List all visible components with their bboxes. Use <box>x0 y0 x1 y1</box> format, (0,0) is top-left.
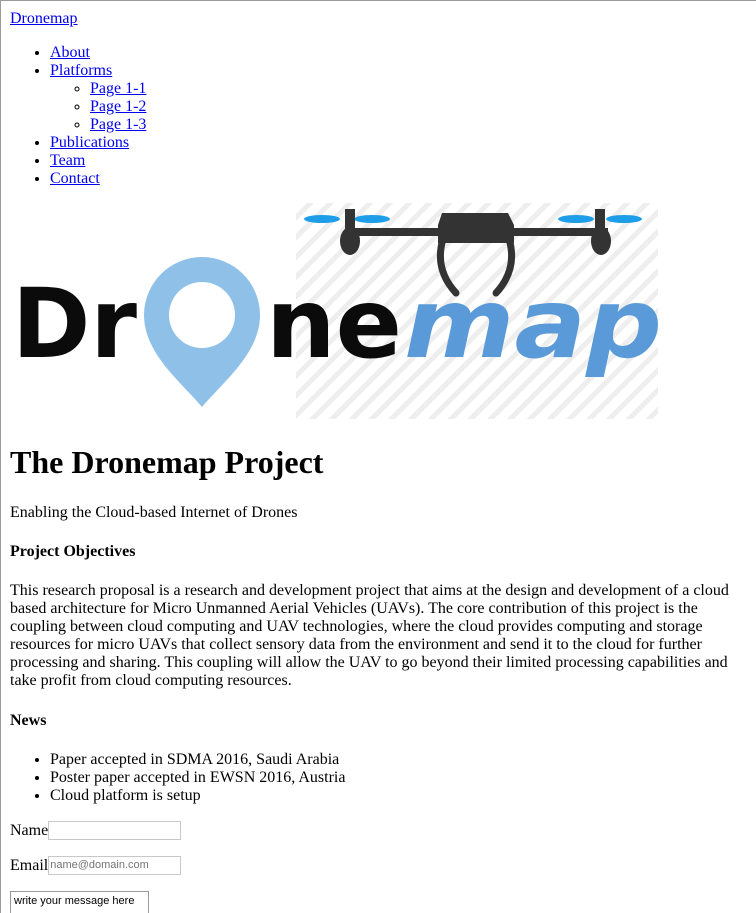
page-tagline: Enabling the Cloud-based Internet of Dro… <box>10 504 298 521</box>
drone-motor <box>340 227 360 255</box>
news-item: Cloud platform is setup <box>50 787 345 805</box>
map-pin-icon <box>144 257 260 407</box>
name-input[interactable] <box>48 821 182 840</box>
logo-text-ne: ne <box>266 268 402 380</box>
logo-text-map: map <box>404 268 658 380</box>
drone-motor <box>591 227 611 255</box>
nav-link-page-1-1[interactable]: Page 1-1 <box>90 80 146 97</box>
submenu-item: Page 1-1 <box>90 80 146 98</box>
platforms-submenu: Page 1-1 Page 1-2 Page 1-3 <box>50 80 146 134</box>
nav-link-page-1-2[interactable]: Page 1-2 <box>90 98 146 115</box>
page-title: The Dronemap Project <box>10 444 324 480</box>
propeller-icon <box>558 215 594 223</box>
news-item: Poster paper accepted in EWSN 2016, Aust… <box>50 769 345 787</box>
email-label: Email <box>10 856 49 874</box>
dronemap-logo: Dr ne map <box>12 203 658 419</box>
logo-text-dr: Dr <box>12 268 138 380</box>
objectives-heading: Project Objectives <box>10 543 136 560</box>
nav-item-platforms: Platforms Page 1-1 Page 1-2 Page 1-3 <box>50 62 146 134</box>
propeller-icon <box>606 215 642 223</box>
nav-item-about: About <box>50 44 146 62</box>
nav-link-page-1-3[interactable]: Page 1-3 <box>90 116 146 133</box>
submenu-item: Page 1-3 <box>90 116 146 134</box>
propeller-icon <box>304 215 340 223</box>
objectives-paragraph: This research proposal is a research and… <box>10 582 729 689</box>
name-label: Name <box>10 821 49 839</box>
message-textarea[interactable]: write your message here <box>10 891 149 913</box>
brand-link[interactable]: Dronemap <box>10 10 78 28</box>
news-list: Paper accepted in SDMA 2016, Saudi Arabi… <box>10 751 345 805</box>
news-heading: News <box>10 712 47 729</box>
nav-link-publications[interactable]: Publications <box>50 134 129 151</box>
main-nav: About Platforms Page 1-1 Page 1-2 Page 1… <box>10 44 146 188</box>
window-border-top <box>0 0 756 1</box>
name-row: Name <box>10 821 182 840</box>
nav-item-publications: Publications <box>50 134 146 152</box>
email-input[interactable] <box>48 856 182 875</box>
nav-link-about[interactable]: About <box>50 44 90 61</box>
nav-link-team[interactable]: Team <box>50 152 85 169</box>
nav-link-platforms[interactable]: Platforms <box>50 62 112 79</box>
news-item: Paper accepted in SDMA 2016, Saudi Arabi… <box>50 751 345 769</box>
nav-item-contact: Contact <box>50 170 146 188</box>
email-row: Email <box>10 856 182 875</box>
submenu-item: Page 1-2 <box>90 98 146 116</box>
nav-item-team: Team <box>50 152 146 170</box>
window-border-left <box>0 0 1 913</box>
propeller-icon <box>354 215 390 223</box>
nav-link-contact[interactable]: Contact <box>50 170 100 187</box>
drone-body <box>438 213 514 243</box>
